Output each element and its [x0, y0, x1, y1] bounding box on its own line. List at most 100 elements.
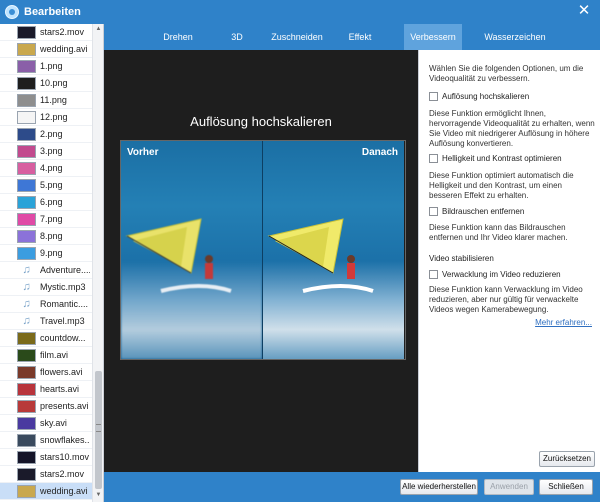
file-list-item[interactable]: 7.png: [0, 211, 92, 228]
file-thumbnail: [17, 451, 36, 464]
file-thumbnail: [17, 162, 36, 175]
file-thumbnail: [17, 417, 36, 430]
upscale-checkbox[interactable]: [429, 92, 438, 101]
file-list-item[interactable]: stars2.mov: [0, 24, 92, 41]
file-list-item[interactable]: stars10.mov: [0, 449, 92, 466]
music-note-icon: ♫: [22, 298, 31, 310]
file-thumbnail: [17, 43, 36, 56]
file-thumbnail: [17, 94, 36, 107]
tab-wasserzeichen[interactable]: Wasserzeichen: [476, 24, 554, 50]
file-name: Adventure....: [40, 265, 90, 275]
after-preview: Danach: [263, 141, 404, 359]
file-list-item[interactable]: 5.png: [0, 177, 92, 194]
file-thumbnail: [17, 196, 36, 209]
file-name: flowers.avi: [40, 367, 83, 377]
file-list-item[interactable]: ♫ Adventure....: [0, 262, 92, 279]
file-name: presents.avi: [40, 401, 89, 411]
shake-checkbox[interactable]: [429, 270, 438, 279]
close-icon[interactable]: ✕: [576, 3, 592, 19]
file-name: 3.png: [40, 146, 63, 156]
file-list-item[interactable]: 1.png: [0, 58, 92, 75]
file-list-item[interactable]: 12.png: [0, 109, 92, 126]
reset-button[interactable]: Zurücksetzen: [539, 451, 595, 467]
brightness-option[interactable]: Helligkeit und Kontrast optimieren: [429, 153, 599, 165]
file-list-item[interactable]: wedding.avi: [0, 483, 92, 500]
denoise-checkbox[interactable]: [429, 207, 438, 216]
file-thumbnail: [17, 60, 36, 73]
preview-heading: Auflösung hochskalieren: [190, 114, 332, 129]
file-list-item[interactable]: presents.avi: [0, 398, 92, 415]
scroll-up-arrow-icon[interactable]: ▲: [94, 25, 103, 34]
file-thumbnail: [17, 26, 36, 39]
brightness-checkbox[interactable]: [429, 154, 438, 163]
file-list-item[interactable]: ♫ Mystic.mp3: [0, 279, 92, 296]
file-list-item[interactable]: wedding.avi: [0, 41, 92, 58]
file-list-item[interactable]: flowers.avi: [0, 364, 92, 381]
close-button[interactable]: Schließen: [539, 479, 593, 495]
learn-more-link[interactable]: Mehr erfahren...: [535, 318, 592, 327]
file-list-item[interactable]: film.avi: [0, 347, 92, 364]
title-bar: Bearbeiten ✕: [0, 0, 600, 24]
file-thumbnail: [17, 332, 36, 345]
file-name: sky.avi: [40, 418, 67, 428]
file-list-item[interactable]: 10.png: [0, 75, 92, 92]
shake-description: Diese Funktion kann Verwacklung im Video…: [429, 285, 583, 314]
file-thumbnail: [17, 366, 36, 379]
before-preview: Vorher: [121, 141, 262, 359]
file-name: 5.png: [40, 180, 63, 190]
music-note-icon: ♫: [22, 264, 31, 276]
file-name: snowflakes...: [40, 435, 90, 445]
file-list-item[interactable]: ♫ Travel.mp3: [0, 313, 92, 330]
app-logo-icon: [5, 5, 19, 19]
file-name: 6.png: [40, 197, 63, 207]
upscale-option[interactable]: Auflösung hochskalieren: [429, 91, 599, 103]
file-name: stars10.mov: [40, 452, 90, 462]
tab-zuschneiden[interactable]: Zuschneiden: [264, 24, 330, 50]
file-list-item[interactable]: 9.png: [0, 245, 92, 262]
file-thumbnail: [17, 230, 36, 243]
file-thumbnail: [17, 247, 36, 260]
denoise-option[interactable]: Bildrauschen entfernen: [429, 206, 599, 218]
file-list-item[interactable]: 4.png: [0, 160, 92, 177]
file-name: wedding.avi: [40, 44, 88, 54]
file-list-item[interactable]: 6.png: [0, 194, 92, 211]
tab-drehen[interactable]: Drehen: [152, 24, 204, 50]
file-list-item[interactable]: snowflakes...: [0, 432, 92, 449]
apply-button[interactable]: Anwenden: [484, 479, 534, 495]
file-name: 11.png: [40, 95, 67, 105]
file-list-item[interactable]: countdow...: [0, 330, 92, 347]
enhance-options-panel: Wählen Sie die folgenden Optionen, um di…: [418, 50, 600, 472]
file-list-scrollbar[interactable]: ▲ ▼: [92, 24, 103, 502]
denoise-label: Bildrauschen entfernen: [442, 207, 525, 216]
shake-option[interactable]: Verwacklung im Video reduzieren: [429, 269, 599, 281]
file-list-item[interactable]: 2.png: [0, 126, 92, 143]
brightness-label: Helligkeit und Kontrast optimieren: [442, 154, 562, 163]
tab-bar: Drehen 3D Zuschneiden Effekt Verbessern Wasse…: [104, 24, 600, 50]
file-name: 4.png: [40, 163, 63, 173]
file-list-item[interactable]: 11.png: [0, 92, 92, 109]
file-list-item[interactable]: stars2.mov: [0, 466, 92, 483]
file-list-item[interactable]: sky.avi: [0, 415, 92, 432]
scrollbar-grip: [96, 424, 101, 432]
file-name: Romantic....: [40, 299, 89, 309]
windsurfer-image: [125, 218, 232, 293]
tab-verbessern[interactable]: Verbessern: [404, 24, 462, 50]
file-thumbnail: [17, 349, 36, 362]
file-list-panel: stars2.mov wedding.avi 1.png 10.png 11.png 12…: [0, 24, 104, 502]
scroll-down-arrow-icon[interactable]: ▼: [94, 491, 103, 500]
file-thumbnail: [17, 111, 36, 124]
file-list-item[interactable]: hearts.avi: [0, 381, 92, 398]
preview-area: Auflösung hochskalieren Vorher Danach: [104, 50, 418, 472]
restore-all-button[interactable]: Alle wiederherstellen: [400, 479, 478, 495]
file-name: 1.png: [40, 61, 63, 71]
music-note-icon: ♫: [22, 315, 31, 327]
tab-effekt[interactable]: Effekt: [340, 24, 380, 50]
file-list-item[interactable]: 8.png: [0, 228, 92, 245]
file-thumbnail: [17, 213, 36, 226]
file-list-item[interactable]: 3.png: [0, 143, 92, 160]
tab-3d[interactable]: 3D: [218, 24, 256, 50]
file-thumbnail: [17, 179, 36, 192]
file-thumbnail: [17, 485, 36, 498]
file-list-item[interactable]: ♫ Romantic....: [0, 296, 92, 313]
window-title: Bearbeiten: [24, 6, 81, 18]
